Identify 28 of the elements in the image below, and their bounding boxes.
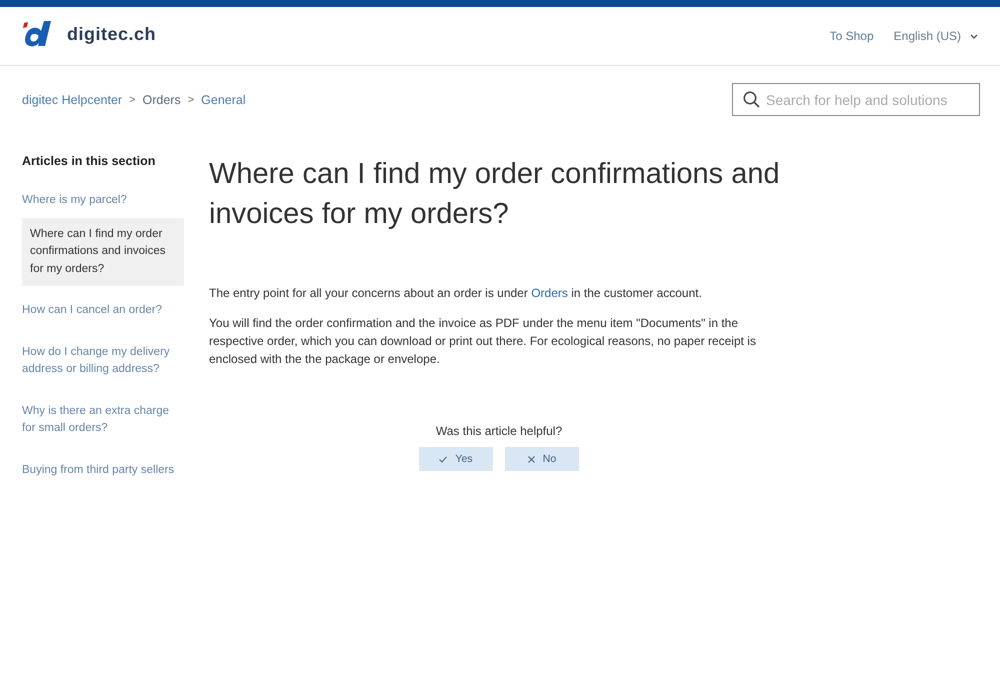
article-paragraph: You will find the order confirmation and the invoice as PDF under the menu item "Documents" in the respective order, which you can download or print out there. For ecological reasons, no paper receipt is enclosed with the the package or envelope. (209, 315, 757, 368)
sidebar-item[interactable]: How do I change my delivery address or billing address? (22, 344, 184, 378)
shop-link[interactable]: To Shop (830, 29, 874, 43)
sidebar-item[interactable]: Where is my parcel? (22, 192, 184, 210)
sidebar-item[interactable]: Buying from third party sellers (22, 462, 184, 479)
sidebar-title: Articles in this section (22, 154, 156, 168)
article-paragraph: The entry point for all your concerns about an order is under Orders in the customer account. (209, 285, 703, 302)
breadcrumb-link[interactable]: Orders (142, 92, 181, 106)
logo-text[interactable]: digitec.ch (67, 24, 156, 44)
close-icon (528, 456, 535, 462)
caret-icon (970, 34, 978, 38)
language-dropdown[interactable]: English (US) (894, 29, 978, 43)
no-button[interactable]: No (505, 447, 579, 471)
breadcrumb-separator: > (188, 94, 194, 106)
breadcrumb-separator: > (129, 94, 136, 106)
orders-link[interactable]: Orders (531, 286, 568, 300)
sidebar-item[interactable]: How can I cancel an order? (22, 302, 184, 320)
search-field[interactable]: Search for help and solutions (732, 83, 980, 116)
sidebar-item[interactable]: Where can I find my order confirmations and invoices for my orders? (22, 218, 184, 286)
feedback-question: Was this article helpful? (436, 424, 562, 438)
breadcrumb-link[interactable]: digitec Helpcenter (22, 92, 122, 106)
yes-button[interactable]: Yes (419, 447, 493, 471)
check-icon (439, 456, 448, 462)
search-icon (743, 91, 760, 108)
sidebar-item[interactable]: Why is there an extra charge for small orders? (22, 402, 184, 438)
logo-icon[interactable] (22, 21, 52, 47)
breadcrumb-link[interactable]: General (201, 92, 246, 106)
article-title: Where can I find my order confirmations and invoices for my orders? (209, 157, 781, 232)
